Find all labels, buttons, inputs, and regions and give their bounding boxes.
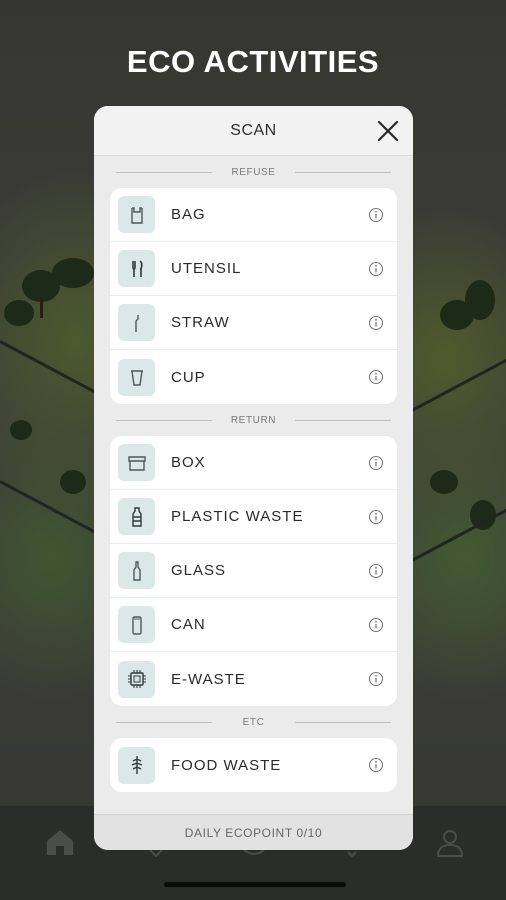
profile-icon[interactable] (434, 826, 466, 858)
home-icon[interactable] (44, 826, 76, 858)
item-label: CAN (171, 616, 206, 633)
home-indicator (164, 882, 346, 887)
section-label-etc: ETC (94, 706, 413, 738)
tree-decoration (52, 258, 94, 288)
info-icon[interactable] (368, 455, 384, 471)
return-list: BOX PLASTIC WASTE GLASS CAN E-WASTE (110, 436, 397, 706)
item-label: UTENSIL (171, 260, 242, 277)
straw-icon (118, 304, 155, 341)
item-food-waste[interactable]: FOOD WASTE (110, 738, 397, 792)
can-icon (118, 606, 155, 643)
item-plastic-waste[interactable]: PLASTIC WASTE (110, 490, 397, 544)
item-label: PLASTIC WASTE (171, 508, 304, 525)
modal-header: SCAN (94, 106, 413, 156)
item-label: FOOD WASTE (171, 756, 282, 774)
tree-decoration (4, 300, 34, 326)
tree-trunk-decoration (40, 298, 43, 318)
bag-icon (118, 196, 155, 233)
info-icon[interactable] (368, 261, 384, 277)
chip-icon (118, 660, 155, 698)
utensil-icon (118, 250, 155, 287)
item-label: BOX (171, 454, 206, 471)
item-can[interactable]: CAN (110, 598, 397, 652)
tree-decoration (465, 280, 495, 320)
item-cup[interactable]: CUP (110, 350, 397, 404)
item-box[interactable]: BOX (110, 436, 397, 490)
refuse-list: BAG UTENSIL STRAW CUP (110, 188, 397, 404)
item-straw[interactable]: STRAW (110, 296, 397, 350)
section-label-return: RETURN (94, 404, 413, 436)
box-icon (118, 444, 155, 481)
info-icon[interactable] (368, 563, 384, 579)
item-label: E-WASTE (171, 670, 246, 688)
item-glass[interactable]: GLASS (110, 544, 397, 598)
tree-decoration (10, 420, 32, 440)
section-label-refuse: REFUSE (94, 156, 413, 188)
info-icon[interactable] (368, 617, 384, 633)
daily-ecopoint-footer: DAILY ECOPOINT 0/10 (94, 814, 413, 850)
scan-modal: SCAN REFUSE BAG UTENSIL STRAW CUP RETURN… (94, 106, 413, 850)
tree-decoration (60, 470, 86, 494)
glass-bottle-icon (118, 552, 155, 589)
close-icon[interactable] (375, 118, 401, 144)
road-decoration (0, 340, 98, 395)
item-label: STRAW (171, 314, 230, 331)
item-bag[interactable]: BAG (110, 188, 397, 242)
info-icon[interactable] (368, 671, 384, 687)
tree-decoration (430, 470, 458, 494)
info-icon[interactable] (368, 207, 384, 223)
item-label: CUP (171, 368, 206, 386)
road-decoration (409, 358, 506, 413)
item-label: BAG (171, 206, 206, 223)
screen-title: ECO ACTIVITIES (126, 44, 380, 79)
plastic-bottle-icon (118, 498, 155, 535)
info-icon[interactable] (368, 509, 384, 525)
food-waste-icon (118, 746, 155, 784)
item-utensil[interactable]: UTENSIL (110, 242, 397, 296)
info-icon[interactable] (368, 369, 384, 385)
etc-list: FOOD WASTE (110, 738, 397, 792)
item-label: GLASS (171, 562, 227, 579)
info-icon[interactable] (368, 757, 384, 773)
info-icon[interactable] (368, 315, 384, 331)
item-e-waste[interactable]: E-WASTE (110, 652, 397, 706)
modal-title: SCAN (230, 122, 277, 139)
road-decoration (409, 508, 506, 563)
cup-icon (118, 358, 155, 396)
